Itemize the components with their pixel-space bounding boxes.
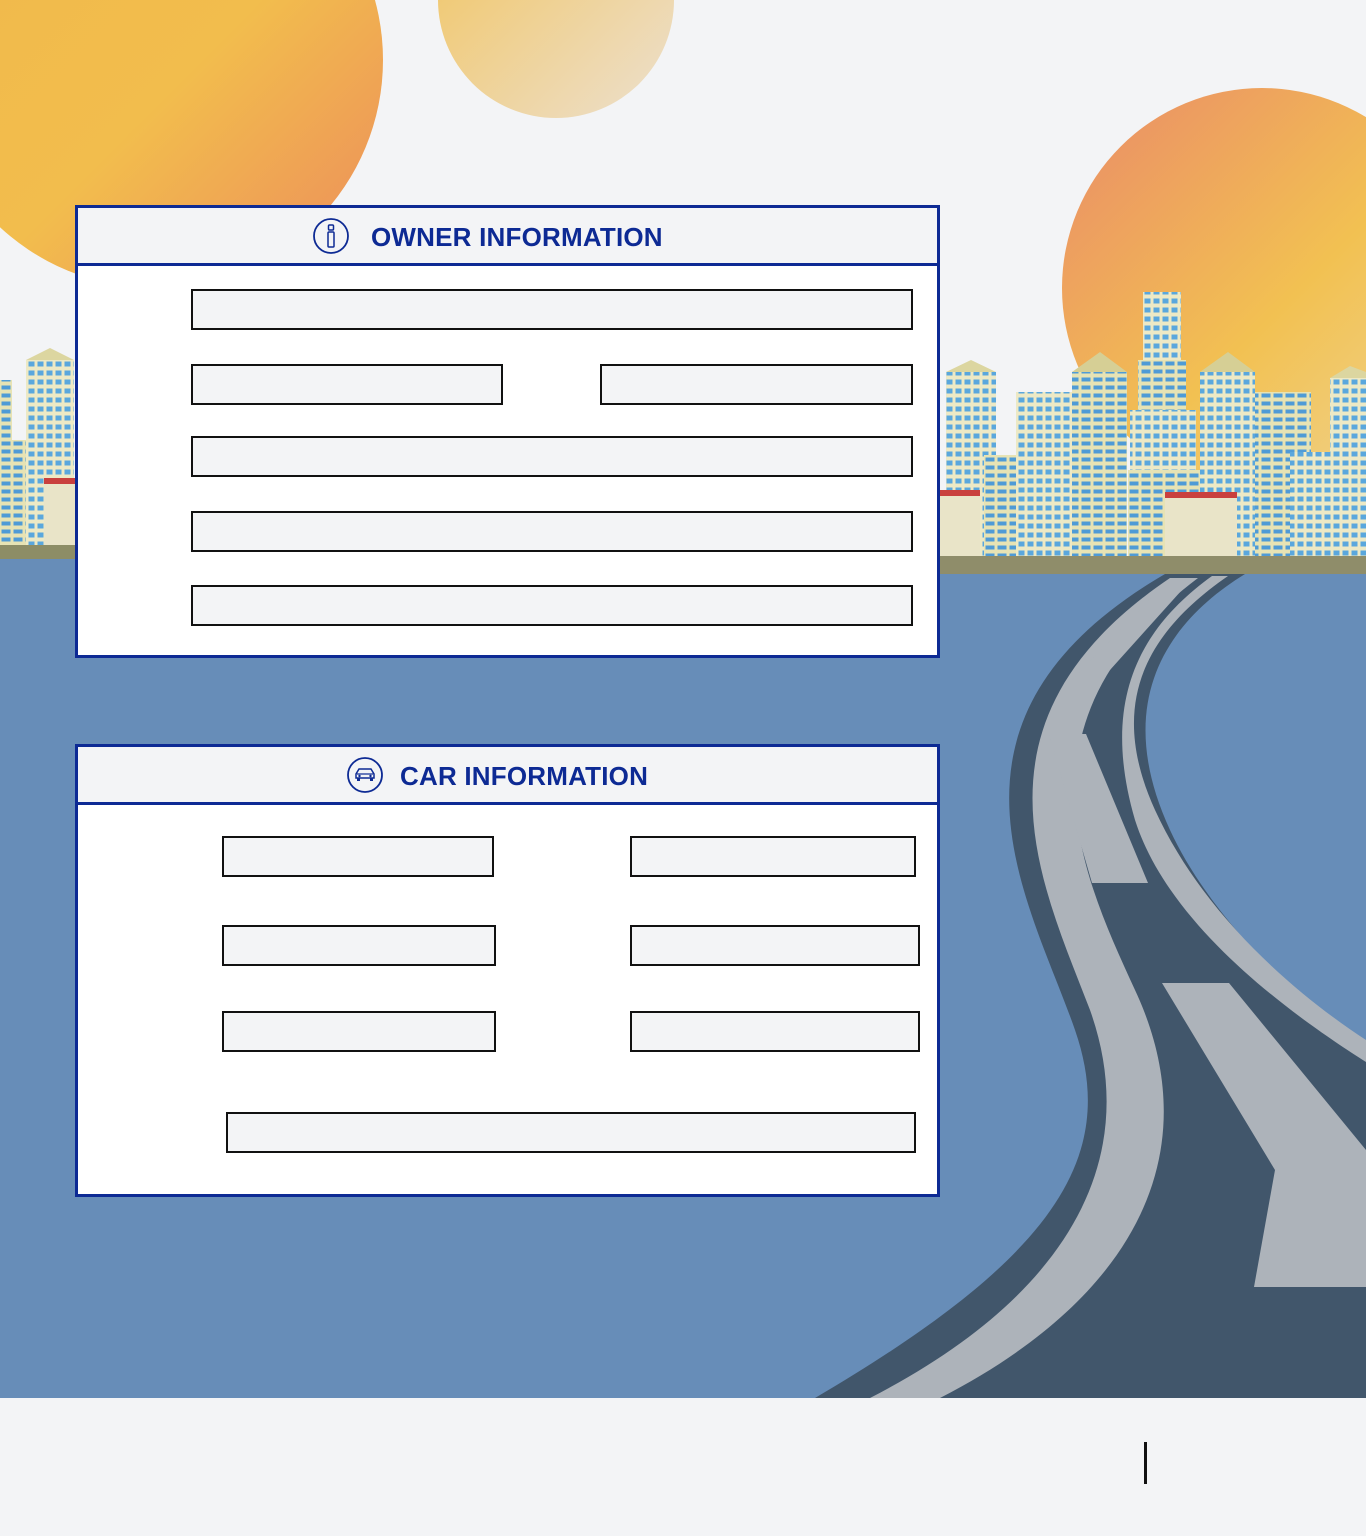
owner-field-5[interactable] <box>191 511 913 552</box>
car-field-3[interactable] <box>222 925 496 966</box>
car-field-6[interactable] <box>630 1011 920 1052</box>
owner-information-header: OWNER INFORMATION <box>78 208 937 266</box>
car-field-7[interactable] <box>226 1112 916 1153</box>
car-field-5[interactable] <box>222 1011 496 1052</box>
car-information-title: CAR INFORMATION <box>400 761 649 791</box>
car-information-card: CAR INFORMATION <box>75 744 940 1197</box>
car-information-header: CAR INFORMATION <box>78 747 937 805</box>
car-icon <box>347 757 383 793</box>
owner-information-title: OWNER INFORMATION <box>371 222 663 252</box>
owner-information-card: OWNER INFORMATION <box>75 205 940 658</box>
owner-field-6[interactable] <box>191 585 913 626</box>
owner-field-2[interactable] <box>191 364 503 405</box>
car-field-1[interactable] <box>222 836 494 877</box>
car-field-2[interactable] <box>630 836 916 877</box>
owner-field-1[interactable] <box>191 289 913 330</box>
car-field-4[interactable] <box>630 925 920 966</box>
owner-field-3[interactable] <box>600 364 913 405</box>
owner-field-4[interactable] <box>191 436 913 477</box>
info-icon <box>313 218 349 254</box>
text-cursor <box>1144 1442 1147 1484</box>
